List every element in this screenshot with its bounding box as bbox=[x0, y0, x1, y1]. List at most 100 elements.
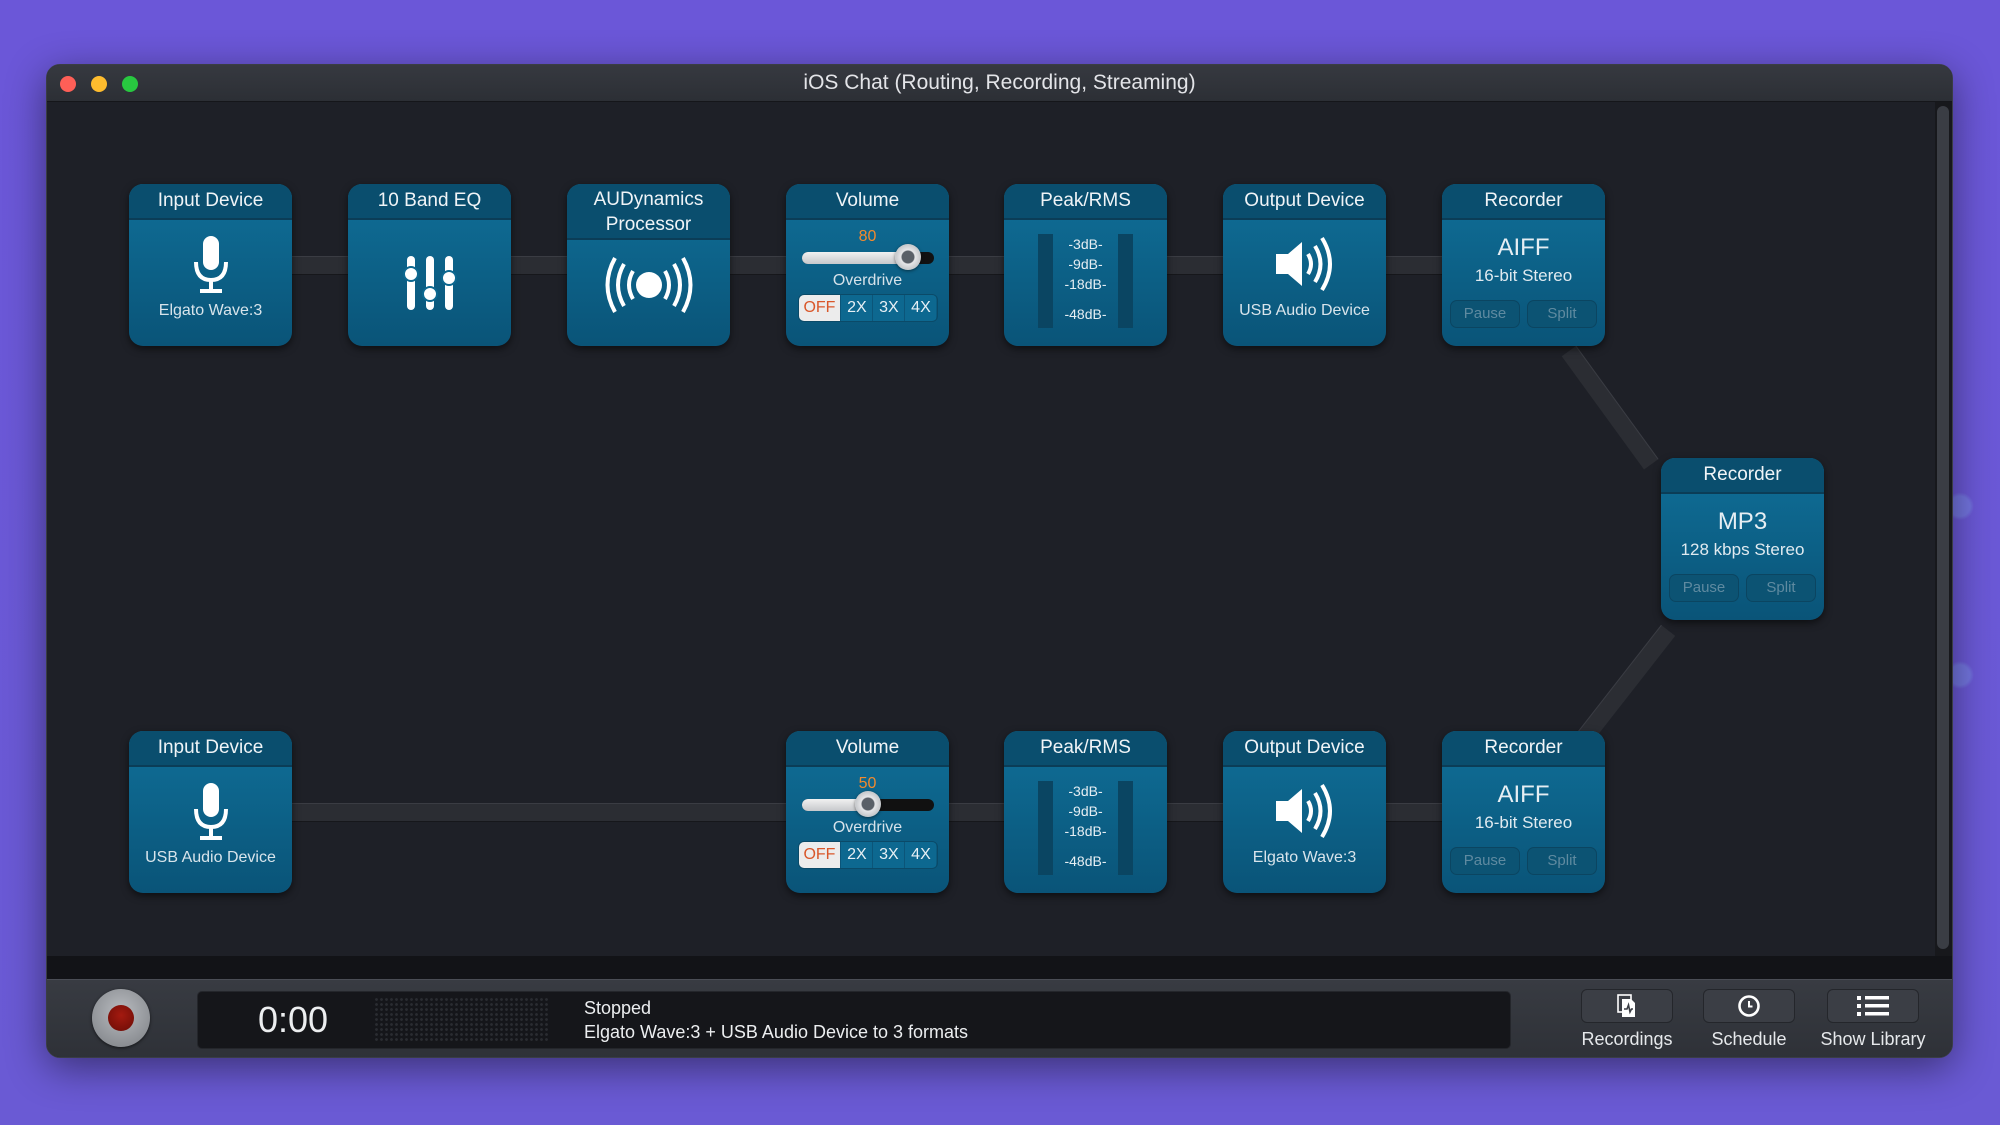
recorder-mp3-block[interactable]: Recorder MP3 128 kbps Stereo Pause Split bbox=[1661, 458, 1824, 620]
cable bbox=[292, 803, 792, 822]
microphone-icon bbox=[129, 781, 292, 843]
overdrive-off-option[interactable]: OFF bbox=[798, 842, 841, 868]
pause-button[interactable]: Pause bbox=[1669, 574, 1739, 602]
canvas-footer-strip bbox=[47, 956, 1952, 979]
clock-icon bbox=[1703, 989, 1795, 1023]
record-icon bbox=[108, 1005, 134, 1031]
status-display: 0:00 Stopped Elgato Wave:3 + USB Audio D… bbox=[197, 991, 1511, 1049]
split-button[interactable]: Split bbox=[1746, 574, 1816, 602]
schedule-button[interactable]: Schedule bbox=[1694, 989, 1804, 1050]
block-title: Volume bbox=[786, 184, 949, 220]
cable bbox=[1386, 803, 1446, 822]
cable bbox=[1167, 803, 1227, 822]
recording-status: Stopped bbox=[584, 998, 652, 1018]
recorder-format: AIFF bbox=[1497, 234, 1550, 261]
overdrive-segmented-control: OFF 2X 3X 4X bbox=[797, 841, 938, 869]
elapsed-time: 0:00 bbox=[257, 999, 329, 1040]
routing-canvas: Input Device Elgato Wave:3 10 Band EQ AU… bbox=[47, 102, 1935, 956]
dynamics-processor-block[interactable]: AUDynamics Processor bbox=[567, 184, 730, 346]
cable bbox=[511, 256, 571, 275]
schedule-label: Schedule bbox=[1711, 1029, 1787, 1049]
output-device-block[interactable]: Output Device Elgato Wave:3 bbox=[1223, 731, 1386, 893]
block-title: Output Device bbox=[1223, 184, 1386, 220]
pause-button[interactable]: Pause bbox=[1450, 300, 1520, 328]
recordings-button[interactable]: Recordings bbox=[1572, 989, 1682, 1050]
peak-rms-meter-block[interactable]: Peak/RMS -3dB- -9dB- -18dB- -48dB- bbox=[1004, 731, 1167, 893]
block-title: Recorder bbox=[1442, 184, 1605, 220]
peak-rms-meter-block[interactable]: Peak/RMS -3dB- -9dB- -18dB- -48dB- bbox=[1004, 184, 1167, 346]
overdrive-2x-option[interactable]: 2X bbox=[840, 295, 873, 321]
block-title: Volume bbox=[786, 731, 949, 767]
recorder-format: MP3 bbox=[1717, 508, 1768, 535]
device-name: USB Audio Device bbox=[1239, 302, 1370, 319]
recorder-format-detail: 16-bit Stereo bbox=[1474, 266, 1573, 285]
cable bbox=[730, 256, 790, 275]
volume-slider-knob[interactable] bbox=[894, 244, 921, 270]
volume-slider-knob[interactable] bbox=[854, 791, 881, 817]
overdrive-label: Overdrive bbox=[832, 272, 903, 289]
recorder-format-detail: 16-bit Stereo bbox=[1474, 813, 1573, 832]
recorder-format: AIFF bbox=[1497, 781, 1550, 808]
device-name: Elgato Wave:3 bbox=[158, 302, 263, 319]
overdrive-2x-option[interactable]: 2X bbox=[840, 842, 873, 868]
overdrive-3x-option[interactable]: 3X bbox=[872, 842, 905, 868]
volume-slider-fill bbox=[801, 252, 908, 264]
overdrive-off-option[interactable]: OFF bbox=[798, 295, 841, 321]
block-title: Output Device bbox=[1223, 731, 1386, 767]
show-library-label: Show Library bbox=[1820, 1029, 1926, 1049]
pause-button[interactable]: Pause bbox=[1450, 847, 1520, 875]
cable bbox=[949, 803, 1009, 822]
block-title: 10 Band EQ bbox=[348, 184, 511, 220]
overdrive-4x-option[interactable]: 4X bbox=[904, 295, 937, 321]
volume-block: Volume 80 Overdrive OFF 2X 3X 4X bbox=[786, 184, 949, 346]
volume-slider[interactable] bbox=[801, 791, 934, 817]
list-icon bbox=[1827, 989, 1919, 1023]
overdrive-3x-option[interactable]: 3X bbox=[872, 295, 905, 321]
block-title: AUDynamics Processor bbox=[567, 184, 730, 240]
recorder-aiff-block[interactable]: Recorder AIFF 16-bit Stereo Pause Split bbox=[1442, 731, 1605, 893]
vertical-scrollbar-thumb[interactable] bbox=[1937, 106, 1949, 949]
block-title: Input Device bbox=[129, 731, 292, 767]
block-title: Peak/RMS bbox=[1004, 184, 1167, 220]
window-title: iOS Chat (Routing, Recording, Streaming) bbox=[803, 71, 1196, 94]
speaker-icon bbox=[1223, 781, 1386, 841]
overdrive-label: Overdrive bbox=[832, 819, 903, 836]
volume-slider[interactable] bbox=[801, 244, 934, 270]
cable bbox=[1561, 345, 1659, 470]
input-device-block[interactable]: Input Device Elgato Wave:3 bbox=[129, 184, 292, 346]
overdrive-segmented-control: OFF 2X 3X 4X bbox=[797, 294, 938, 322]
speaker-grille-decoration bbox=[374, 997, 548, 1043]
output-device-block[interactable]: Output Device USB Audio Device bbox=[1223, 184, 1386, 346]
volume-block: Volume 50 Overdrive OFF 2X 3X 4X bbox=[786, 731, 949, 893]
split-button[interactable]: Split bbox=[1527, 300, 1597, 328]
eq-block[interactable]: 10 Band EQ bbox=[348, 184, 511, 346]
title-bar: iOS Chat (Routing, Recording, Streaming) bbox=[47, 65, 1952, 102]
device-name: USB Audio Device bbox=[145, 849, 276, 866]
block-title: Recorder bbox=[1442, 731, 1605, 767]
block-title: Peak/RMS bbox=[1004, 731, 1167, 767]
recorder-aiff-block[interactable]: Recorder AIFF 16-bit Stereo Pause Split bbox=[1442, 184, 1605, 346]
input-device-block[interactable]: Input Device USB Audio Device bbox=[129, 731, 292, 893]
meter-scale: -3dB- -9dB- -18dB- -48dB- bbox=[1064, 783, 1107, 869]
block-title: Input Device bbox=[129, 184, 292, 220]
overdrive-4x-option[interactable]: 4X bbox=[904, 842, 937, 868]
record-button[interactable] bbox=[92, 989, 150, 1047]
speaker-icon bbox=[1223, 234, 1386, 294]
recordings-label: Recordings bbox=[1581, 1029, 1673, 1049]
broadcast-icon bbox=[567, 254, 730, 316]
recordings-file-icon bbox=[1581, 989, 1673, 1023]
meter-scale: -3dB- -9dB- -18dB- -48dB- bbox=[1064, 236, 1107, 322]
cable bbox=[949, 256, 1009, 275]
routing-summary: Elgato Wave:3 + USB Audio Device to 3 fo… bbox=[584, 1022, 969, 1042]
app-window: iOS Chat (Routing, Recording, Streaming)… bbox=[46, 64, 1953, 1058]
microphone-icon bbox=[129, 234, 292, 296]
recorder-format-detail: 128 kbps Stereo bbox=[1680, 540, 1805, 559]
device-name: Elgato Wave:3 bbox=[1252, 849, 1357, 866]
split-button[interactable]: Split bbox=[1527, 847, 1597, 875]
block-title: Recorder bbox=[1661, 458, 1824, 494]
show-library-button[interactable]: Show Library bbox=[1813, 989, 1933, 1050]
equalizer-sliders-icon bbox=[348, 254, 511, 312]
cable bbox=[1167, 256, 1227, 275]
bottom-toolbar: 0:00 Stopped Elgato Wave:3 + USB Audio D… bbox=[47, 979, 1952, 1057]
cable bbox=[1386, 256, 1446, 275]
